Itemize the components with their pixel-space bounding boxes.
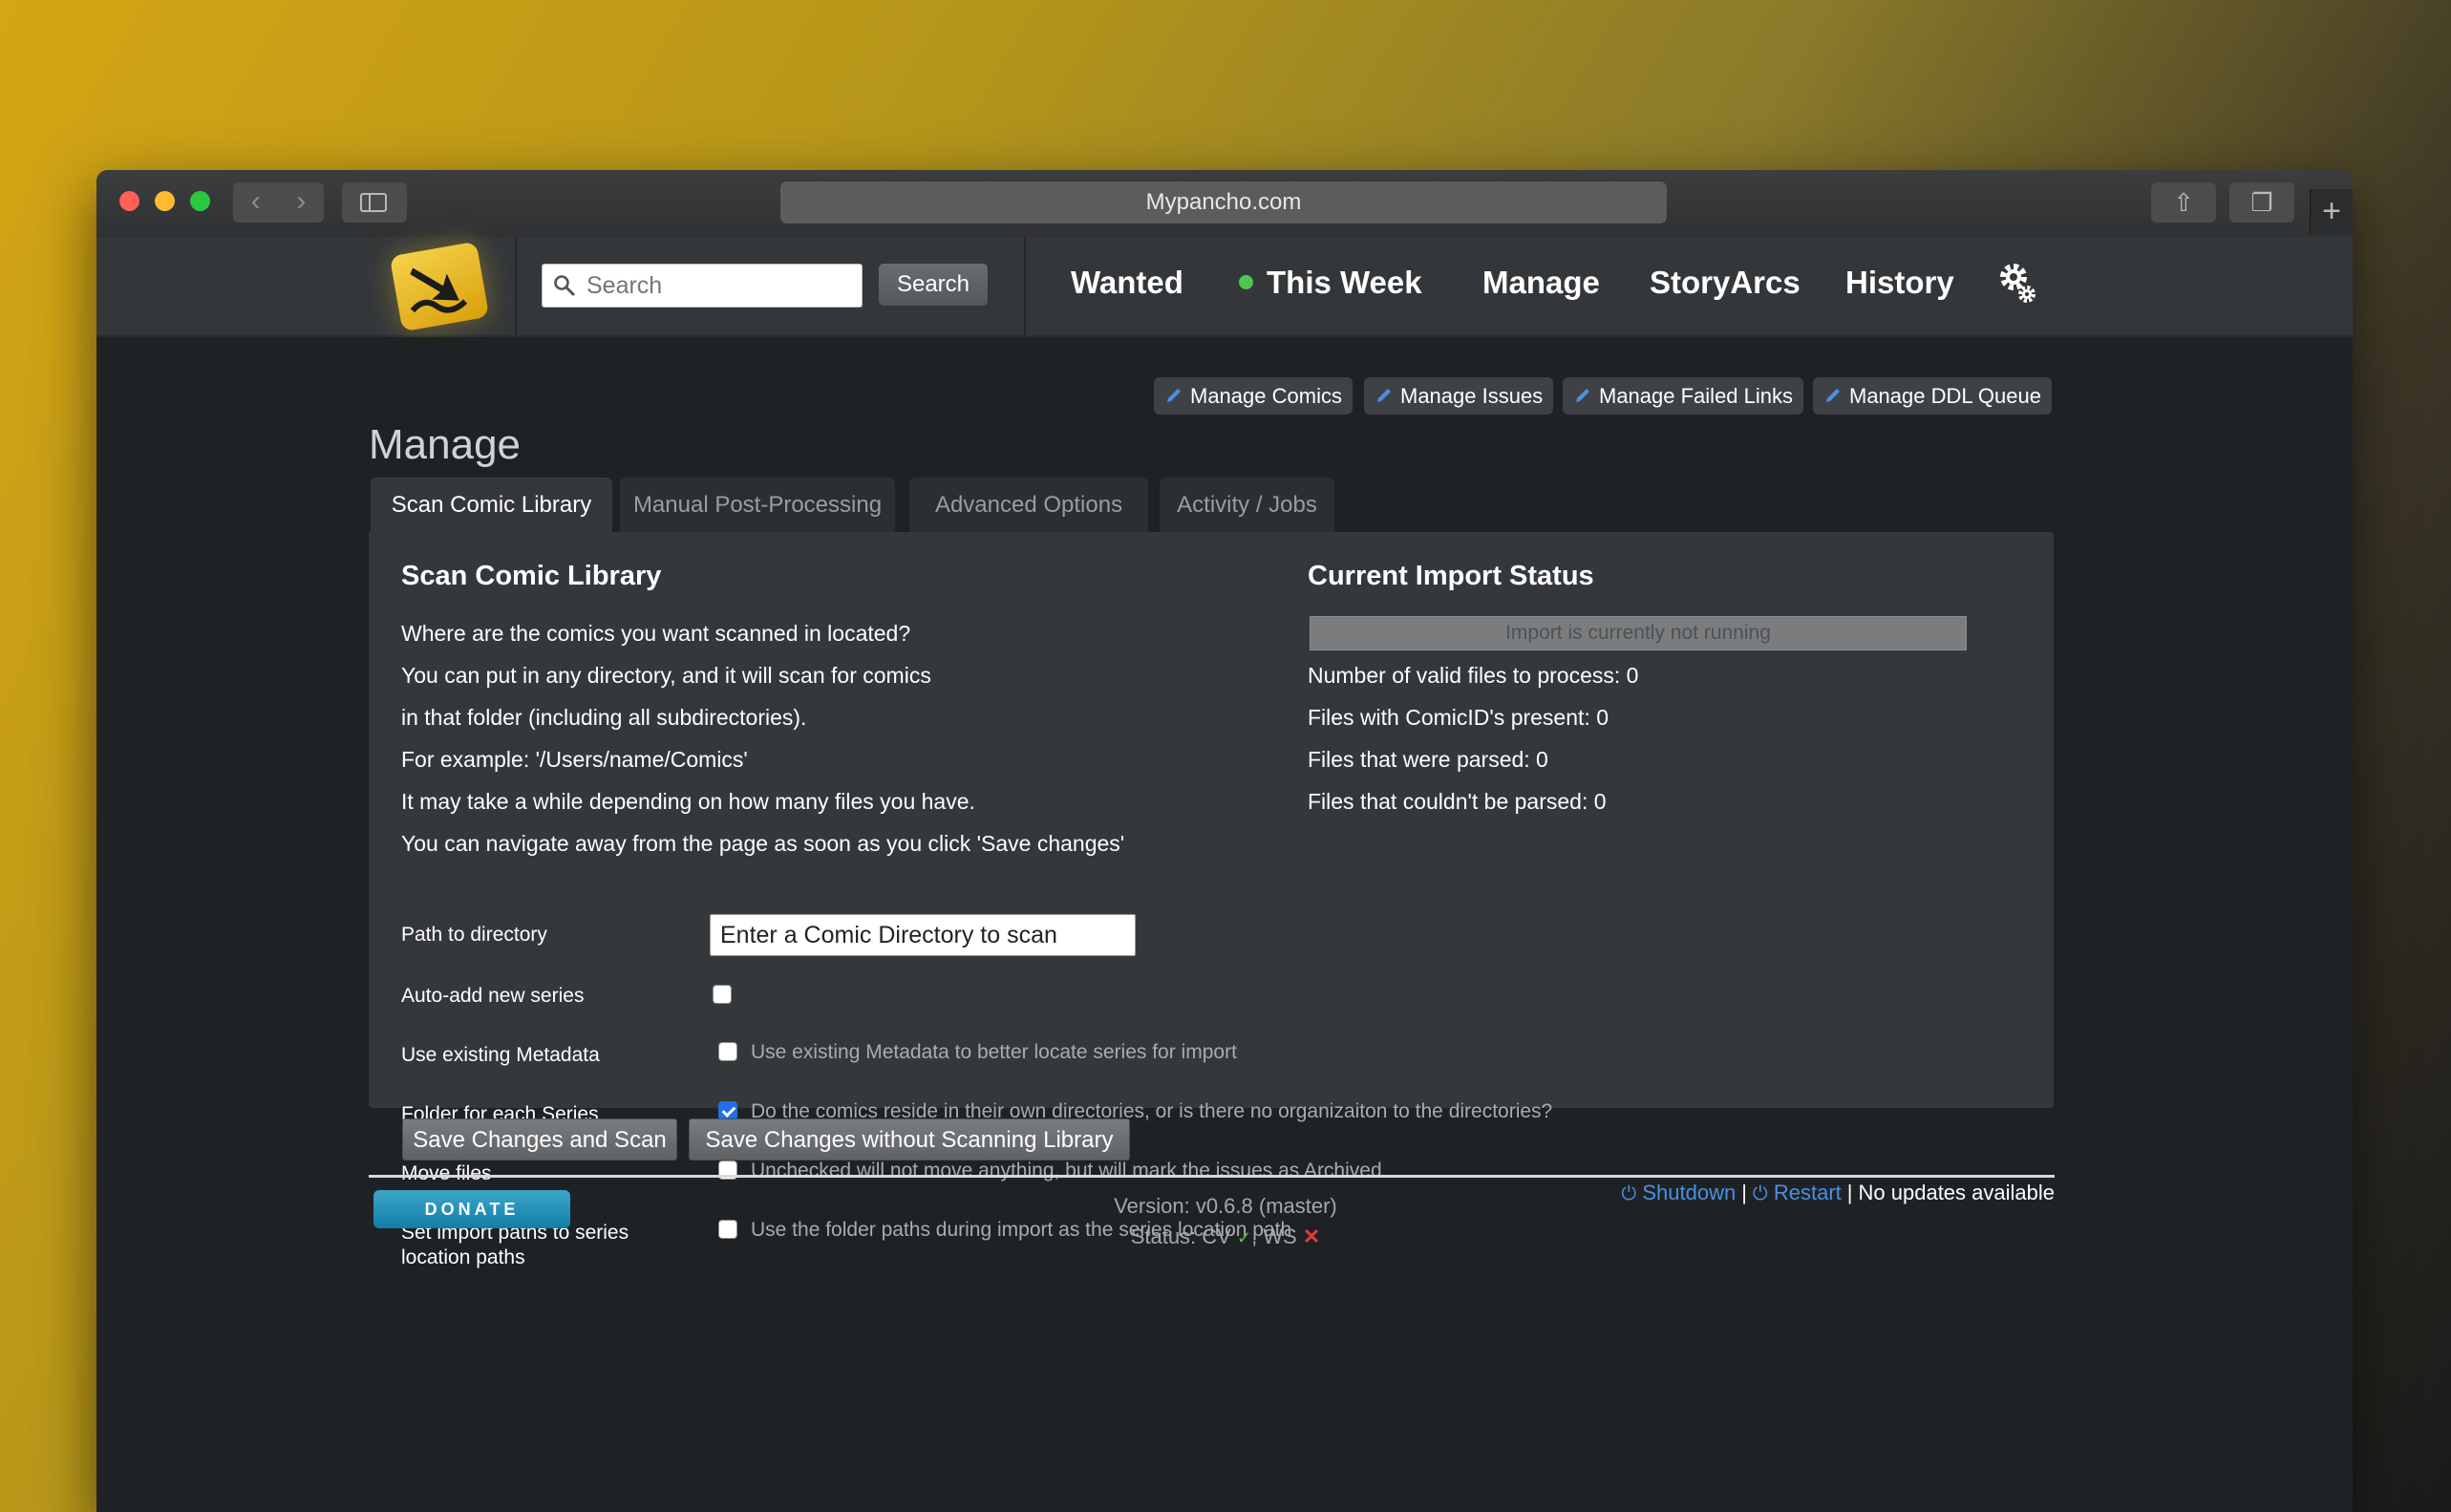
update-status: No updates available <box>1858 1181 2055 1204</box>
status-label: Status: CV <box>1130 1225 1231 1248</box>
tab-scan-comic-library[interactable]: Scan Comic Library <box>371 478 612 534</box>
power-icon: ⏻ <box>1752 1183 1768 1204</box>
manage-ddl-queue-button[interactable]: Manage DDL Queue <box>1813 377 2052 415</box>
import-paths-checkbox[interactable] <box>718 1220 737 1239</box>
header-divider <box>1024 237 1026 335</box>
option-description: Unchecked will not move anything, but wi… <box>751 1160 1382 1182</box>
settings-gear-icon[interactable] <box>1994 258 2040 311</box>
nav-manage[interactable]: Manage <box>1482 261 1600 305</box>
history-nav: ‹ › <box>233 182 324 223</box>
import-status-heading: Current Import Status <box>1308 561 1594 591</box>
comic-directory-input[interactable] <box>710 914 1136 956</box>
import-stat: Files with ComicID's present: 0 <box>1308 705 1609 730</box>
header-divider <box>515 237 517 335</box>
close-window-button[interactable] <box>119 191 139 211</box>
version-text: Version: v0.6.8 (master) <box>1114 1194 1337 1218</box>
minimize-window-button[interactable] <box>155 191 175 211</box>
scan-instruction: in that folder (including all subdirecto… <box>401 705 807 730</box>
manage-comics-button[interactable]: Manage Comics <box>1154 377 1353 415</box>
edit-pencil-icon <box>1826 389 1840 402</box>
status-dot-icon <box>1239 274 1253 289</box>
manage-failed-links-label: Manage Failed Links <box>1599 384 1794 408</box>
share-icon[interactable]: ⇧ <box>2151 182 2216 223</box>
option-description: Use existing Metadata to better locate s… <box>751 1041 1237 1063</box>
power-icon: ⏻ <box>1621 1183 1637 1204</box>
nav-history[interactable]: History <box>1845 261 1954 305</box>
scan-instruction: Where are the comics you want scanned in… <box>401 621 911 646</box>
page-title: Manage <box>369 421 522 468</box>
zoom-window-button[interactable] <box>190 191 210 211</box>
manage-issues-label: Manage Issues <box>1400 384 1544 408</box>
path-label: Path to directory <box>401 924 547 946</box>
scan-panel: Scan Comic Library Where are the comics … <box>369 532 2054 1268</box>
search-input[interactable] <box>542 264 863 308</box>
manage-comics-label: Manage Comics <box>1190 384 1342 408</box>
footer-actions: ⏻ Shutdown | ⏻ Restart | No updates availabl… <box>1606 1181 2055 1205</box>
nav-this-week[interactable]: This Week <box>1239 261 1422 305</box>
save-without-scan-button[interactable]: Save Changes without Scanning Library <box>689 1118 1130 1161</box>
auto-add-checkbox[interactable] <box>713 985 732 1004</box>
import-stat: Files that were parsed: 0 <box>1308 747 1548 772</box>
new-tab-button[interactable]: + <box>2310 189 2353 235</box>
separator: | <box>1741 1181 1747 1204</box>
manage-issues-button[interactable]: Manage Issues <box>1364 377 1554 415</box>
edit-pencil-icon <box>1167 389 1181 402</box>
import-stat: Number of valid files to process: 0 <box>1308 663 1639 688</box>
back-icon[interactable]: ‹ <box>233 182 279 223</box>
shutdown-link[interactable]: Shutdown <box>1642 1181 1736 1204</box>
nav-wanted[interactable]: Wanted <box>1071 261 1183 305</box>
folder-per-series-checkbox[interactable] <box>718 1101 737 1120</box>
tab-manual-post-processing[interactable]: Manual Post-Processing <box>620 478 895 532</box>
manage-ddl-queue-label: Manage DDL Queue <box>1849 384 2041 408</box>
address-bar[interactable]: Mypancho.com <box>780 181 1667 224</box>
option-label: Use existing Metadata <box>401 1044 600 1066</box>
search-button[interactable]: Search <box>879 264 988 306</box>
tab-advanced-options[interactable]: Advanced Options <box>909 478 1148 532</box>
existing-metadata-checkbox[interactable] <box>718 1042 737 1061</box>
tabs-overview-icon[interactable]: ❐ <box>2229 182 2294 223</box>
forward-icon[interactable]: › <box>279 182 325 223</box>
edit-pencil-icon <box>1377 389 1391 402</box>
status-ws-label: , WS <box>1251 1225 1297 1248</box>
scan-instruction: For example: '/Users/name/Comics' <box>401 747 748 772</box>
sidebar-toggle-icon[interactable] <box>342 182 407 223</box>
manage-failed-links-button[interactable]: Manage Failed Links <box>1563 377 1804 415</box>
app-header: Search Wanted This Week Manage StoryArcs… <box>96 237 2353 337</box>
scan-instruction: It may take a while depending on how man… <box>401 789 975 814</box>
search-icon <box>554 275 576 297</box>
import-progress-bar: Import is currently not running <box>1310 616 1967 650</box>
edit-pencil-icon <box>1576 389 1589 402</box>
app-logo[interactable] <box>388 241 493 333</box>
restart-link[interactable]: Restart <box>1774 1181 1842 1204</box>
browser-window: ‹ › Mypancho.com ⇧ ❐ + Search Wanted Thi… <box>96 170 2353 1512</box>
import-stat: Files that couldn't be parsed: 0 <box>1308 789 1607 814</box>
option-label: Move files <box>401 1162 492 1184</box>
donate-button[interactable]: DONATE <box>373 1190 570 1228</box>
scan-instruction: You can put in any directory, and it wil… <box>401 663 931 688</box>
main-content: Manage Comics Manage Issues Manage Faile… <box>96 337 2353 1512</box>
cross-icon: ✕ <box>1302 1225 1321 1248</box>
tab-activity-jobs[interactable]: Activity / Jobs <box>1160 478 1334 532</box>
nav-this-week-label: This Week <box>1267 265 1422 300</box>
check-icon: ✓ <box>1236 1228 1252 1247</box>
nav-storyarcs[interactable]: StoryArcs <box>1650 261 1801 305</box>
save-and-scan-button[interactable]: Save Changes and Scan <box>402 1118 677 1161</box>
connection-status: Status: CV ✓, WS ✕ <box>1101 1225 1350 1249</box>
logo-arrow-icon <box>410 267 468 313</box>
footer-divider <box>369 1175 2055 1178</box>
option-label: Auto-add new series <box>401 985 585 1007</box>
scan-heading: Scan Comic Library <box>401 561 662 591</box>
scan-instruction: You can navigate away from the page as s… <box>401 831 1125 856</box>
separator: | <box>1846 1181 1853 1204</box>
browser-titlebar: ‹ › Mypancho.com ⇧ ❐ + <box>96 170 2353 238</box>
